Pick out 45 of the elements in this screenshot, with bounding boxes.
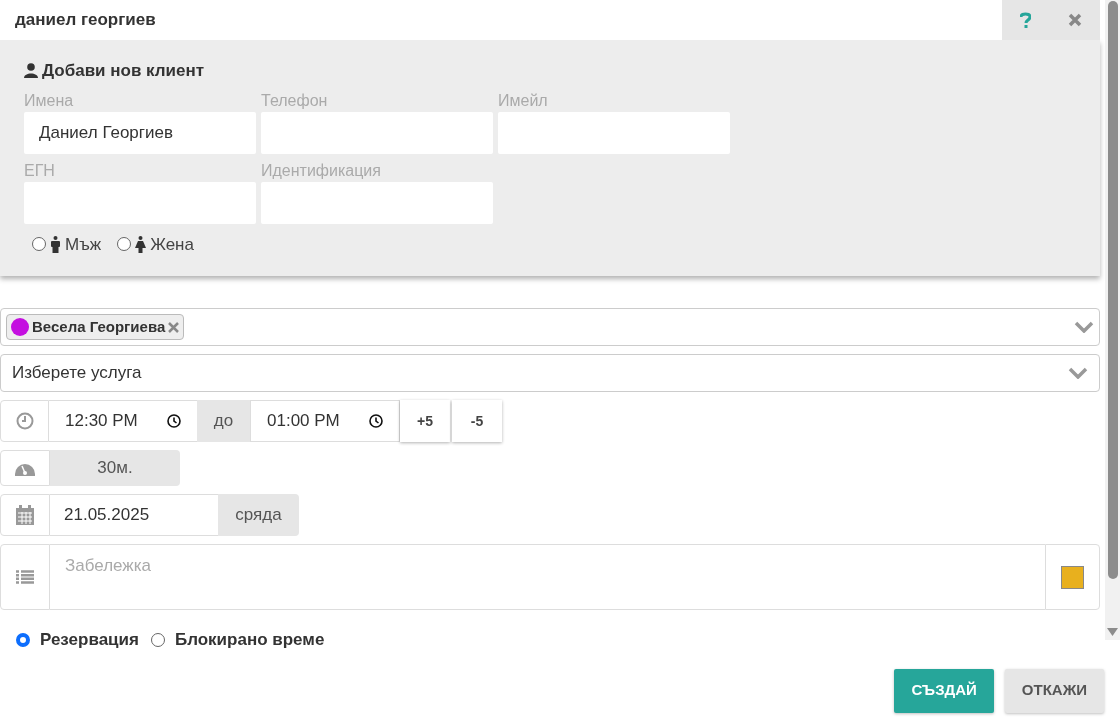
field-label: Идентификация xyxy=(261,160,382,181)
remove-icon[interactable] xyxy=(168,321,180,333)
start-time-field[interactable]: 12:30 PM xyxy=(49,400,197,442)
time-separator: до xyxy=(197,400,250,442)
duration-display: 30м. xyxy=(50,450,180,486)
chevron-down-icon xyxy=(1074,321,1094,333)
man-icon xyxy=(50,235,61,253)
field-label: Имена xyxy=(24,90,75,111)
radio-button[interactable] xyxy=(16,632,30,647)
woman-icon xyxy=(135,235,147,253)
weekday-label: сряда xyxy=(218,494,299,536)
radio-label: Резервация xyxy=(40,629,139,651)
chevron-down-icon xyxy=(1068,367,1088,379)
scroll-down-arrow-icon[interactable] xyxy=(1107,628,1118,636)
service-select[interactable]: Изберете услуга xyxy=(0,354,1100,392)
calendar-icon xyxy=(16,505,34,525)
radio-button[interactable] xyxy=(150,632,165,647)
note-field[interactable]: Забележка xyxy=(50,544,1045,610)
scrollbar[interactable] xyxy=(1105,0,1120,640)
radio-label: Жена xyxy=(150,233,194,256)
clock-icon[interactable] xyxy=(167,414,181,428)
color-swatch[interactable] xyxy=(1061,565,1084,589)
staff-chip[interactable]: Весела Георгиева xyxy=(6,314,185,340)
field-label: Телефон xyxy=(261,90,329,111)
step-button[interactable]: -5 xyxy=(452,400,502,442)
radio-button[interactable] xyxy=(117,237,132,252)
radio-button[interactable] xyxy=(32,237,46,252)
text-field[interactable]: Даниел Георгиев xyxy=(24,111,256,154)
end-time-field[interactable]: 01:00 PM xyxy=(250,400,400,442)
cancel-button[interactable]: ОТКАЖИ xyxy=(1004,668,1104,713)
staff-select[interactable]: Весела Георгиева xyxy=(0,308,1100,346)
clock-icon[interactable] xyxy=(369,414,383,428)
staff-name: Весела Георгиева xyxy=(32,316,166,337)
help-icon[interactable] xyxy=(1020,12,1032,28)
list-icon xyxy=(16,570,34,584)
radio-label: Блокирано време xyxy=(174,629,325,651)
panel-title: Добави нов клиент xyxy=(42,60,205,82)
field-label: Имейл xyxy=(498,90,549,111)
step-button[interactable]: +5 xyxy=(400,400,450,442)
radio-label: Мъж xyxy=(65,233,102,256)
field-label: ЕГН xyxy=(24,160,56,181)
date-field[interactable]: 21.05.2025 xyxy=(50,494,218,536)
clock-icon xyxy=(15,412,34,430)
close-icon[interactable] xyxy=(1067,13,1082,27)
user-icon xyxy=(24,63,38,79)
